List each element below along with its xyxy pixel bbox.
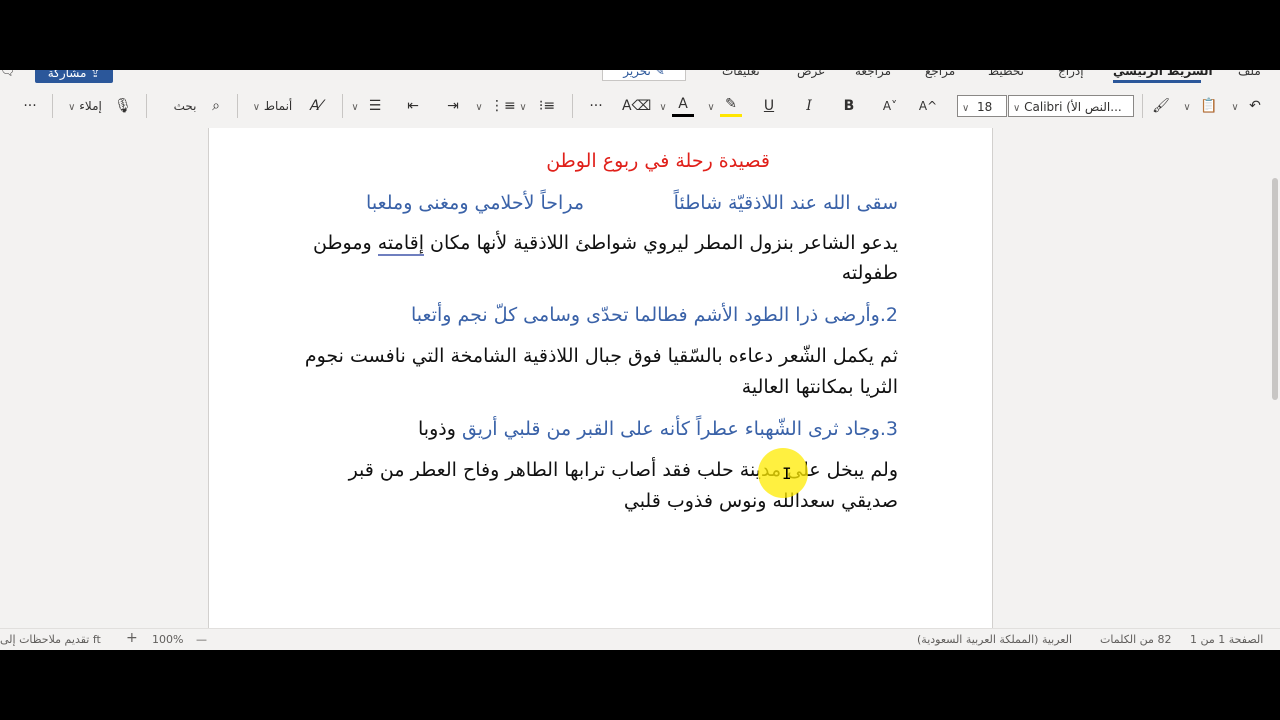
feedback-link[interactable]: تقديم ملاحظات إلى ft	[0, 633, 101, 646]
explanation-1-line-1: يدعو الشاعر بنزول المطر ليروي شواطئ اللا…	[312, 232, 898, 256]
word-online-window: 🗨 مشاركة ⇪ تحرير ✎ تعليقات عرض مراجعة مر…	[0, 70, 1280, 650]
explanation-3-line-2: صديقي سعدالله ونوس فذوب قلبي	[623, 490, 898, 512]
shrink-font-button[interactable]: A˅	[878, 94, 902, 118]
editing-mode-button[interactable]: تحرير ✎	[602, 70, 686, 81]
chevron-down-icon[interactable]: ∨	[516, 94, 530, 118]
text-cursor-icon: I	[782, 464, 792, 483]
chevron-down-icon: ∨	[962, 103, 970, 114]
share-button[interactable]: مشاركة ⇪	[35, 70, 113, 83]
word-count[interactable]: 82 من الكلمات	[1100, 633, 1171, 646]
align-right-icon[interactable]: ☰	[364, 94, 386, 118]
more-formatting-button[interactable]: ···	[582, 94, 610, 118]
font-name-value: Calibri (النص الأ...	[1024, 100, 1122, 114]
verse-1-second-hemistich: مراحاً لأحلامي ومغنى وملعبا	[366, 192, 584, 214]
chevron-down-icon: ∨	[68, 102, 76, 113]
highlight-icon[interactable]: ✎	[720, 94, 742, 117]
tab-layout[interactable]: تخطيط	[988, 70, 1024, 78]
increase-indent-icon[interactable]: ⇥	[442, 94, 464, 118]
share-label: مشاركة	[47, 70, 87, 80]
explanation-2-line-1: ثم يكمل الشّعر دعاءه بالسّقيا فوق جبال ا…	[304, 345, 898, 367]
chevron-down-icon: ∨	[1013, 103, 1021, 114]
styles-icon[interactable]: A⁄	[305, 94, 327, 118]
separator	[52, 94, 53, 118]
status-bar: تقديم ملاحظات إلى ft + 100% — العربية (ا…	[0, 628, 1280, 650]
explanation-2-line-2: الثريا بمكانتها العالية	[741, 376, 898, 398]
separator	[572, 94, 573, 118]
chevron-down-icon[interactable]: ∨	[1228, 94, 1242, 118]
tab-home[interactable]: الشريط الرئيسي	[1113, 70, 1213, 78]
more-options-button[interactable]: ···	[16, 94, 44, 118]
explanation-1-text: يدعو الشاعر بنزول المطر ليروي شواطئ اللا…	[430, 232, 898, 254]
page-number: الصفحة 1 من 1	[1190, 633, 1264, 646]
zoom-in-button[interactable]: +	[126, 630, 138, 646]
decrease-indent-icon[interactable]: ⇤	[402, 94, 424, 118]
separator	[1142, 94, 1143, 118]
separator	[146, 94, 147, 118]
tab-references[interactable]: مراجع	[925, 70, 955, 78]
numbered-list-icon[interactable]: ⋮≡	[490, 94, 516, 118]
zoom-level[interactable]: 100%	[152, 633, 183, 646]
tab-review[interactable]: مراجعة	[855, 70, 891, 78]
underline-button[interactable]: U	[758, 94, 780, 118]
dictate-button[interactable]: ∨ إملاء	[60, 94, 110, 118]
grow-font-button[interactable]: A^	[916, 94, 940, 118]
format-painter-icon[interactable]: 🖌	[1150, 94, 1172, 118]
styles-button[interactable]: ∨ أنماط	[245, 94, 300, 118]
bold-button[interactable]: B	[838, 94, 860, 118]
dictate-label: إملاء	[79, 99, 102, 113]
spelling-flag-word[interactable]: إقامته	[377, 232, 424, 256]
font-size-value: 18	[976, 100, 993, 114]
separator	[342, 94, 343, 118]
document-title: قصيدة رحلة في ربوع الوطن	[546, 150, 770, 172]
document-canvas: قصيدة رحلة في ربوع الوطن سقى الله عند ال…	[0, 128, 1280, 628]
active-tab-indicator	[1113, 80, 1201, 83]
language-indicator[interactable]: العربية (المملكة العربية السعودية)	[917, 633, 1072, 646]
scrollbar-thumb[interactable]	[1272, 178, 1278, 400]
verse-3-text: 3.وجاد ثرى الشّهباء عطراً كأنه على القبر…	[461, 418, 898, 440]
ribbon-tabs: 🗨 مشاركة ⇪ تحرير ✎ تعليقات عرض مراجعة مر…	[0, 70, 1280, 84]
explanation-1-text-end: وموطن	[312, 232, 372, 254]
comment-icon[interactable]: 🗨	[0, 70, 22, 80]
verse-1-first-hemistich: سقى الله عند اللاذقيّة شاطئاً	[673, 192, 898, 214]
font-color-button[interactable]: A	[672, 94, 694, 117]
explanation-3-line-1: ولم يبخل على مدينة حلب فقد أصاب ترابها ا…	[348, 459, 898, 481]
tab-comments[interactable]: تعليقات	[722, 70, 760, 78]
bulleted-list-icon[interactable]: ⁝≡	[536, 94, 558, 118]
tab-insert[interactable]: إدراج	[1058, 70, 1084, 78]
verse-3: 3.وجاد ثرى الشّهباء عطراً كأنه على القبر…	[418, 418, 898, 440]
verse-3-end-word: وذوبا	[418, 418, 456, 440]
ribbon-toolbar: ··· ∨ إملاء 🎙 بحث ⌕ ∨ أنماط A⁄ ∨ ☰ ⇤ ⇥ ∨…	[0, 84, 1280, 129]
tab-file[interactable]: ملف	[1238, 70, 1261, 78]
separator	[237, 94, 238, 118]
styles-label: أنماط	[263, 99, 293, 113]
tab-view[interactable]: عرض	[797, 70, 825, 78]
search-icon[interactable]: ⌕	[205, 94, 227, 118]
chevron-down-icon[interactable]: ∨	[348, 94, 362, 118]
font-size-select[interactable]: ∨ 18	[957, 95, 1007, 117]
chevron-down-icon[interactable]: ∨	[1180, 94, 1194, 118]
zoom-out-button[interactable]: —	[196, 633, 207, 646]
explanation-1-line-2: طفولته	[841, 262, 898, 284]
chevron-down-icon[interactable]: ∨	[472, 94, 486, 118]
clear-formatting-icon[interactable]: A⌫	[622, 94, 651, 118]
vertical-scrollbar[interactable]	[1270, 128, 1280, 628]
chevron-down-icon: ∨	[252, 102, 261, 113]
font-name-select[interactable]: ∨ Calibri (النص الأ...	[1008, 95, 1134, 117]
paste-icon[interactable]: 📋	[1198, 94, 1220, 118]
italic-button[interactable]: I	[798, 94, 820, 118]
chevron-down-icon[interactable]: ∨	[656, 94, 670, 118]
microphone-icon[interactable]: 🎙	[114, 94, 132, 118]
editing-mode-label: تحرير	[623, 70, 651, 78]
chevron-down-icon[interactable]: ∨	[704, 94, 718, 118]
verse-2: 2.وأرضى ذرا الطود الأشم فطالما تحدّى وسا…	[411, 304, 898, 326]
search-label[interactable]: بحث	[170, 94, 200, 118]
undo-icon[interactable]: ↶	[1244, 94, 1266, 118]
